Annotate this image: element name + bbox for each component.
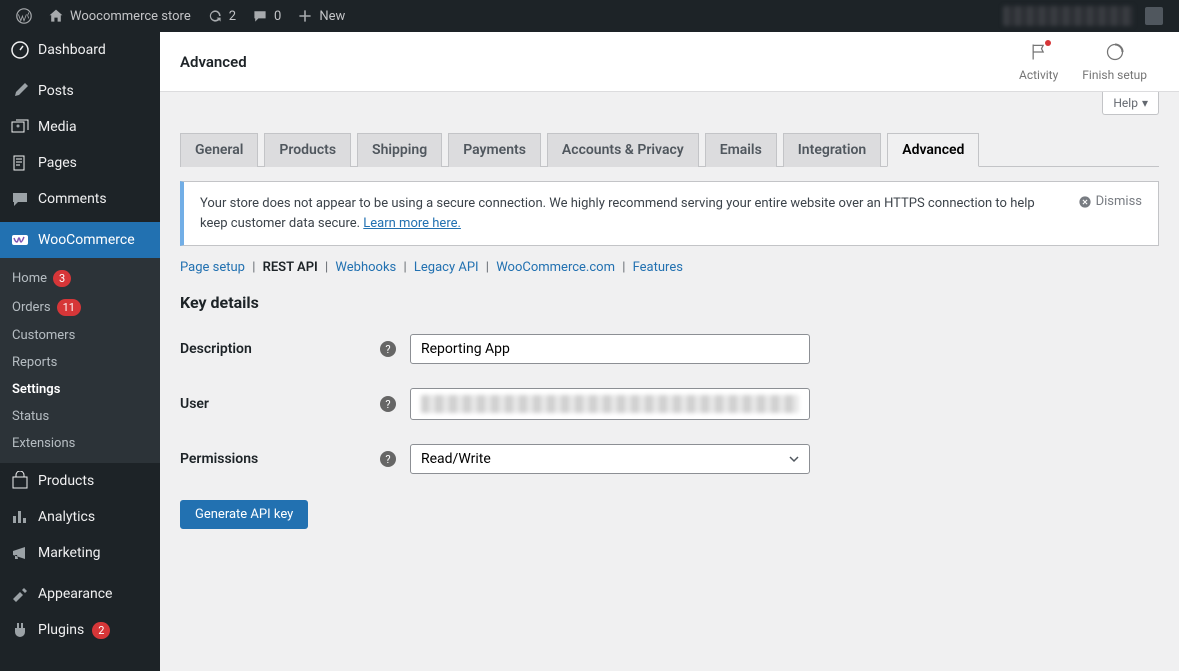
sidebar-item-label: Dashboard	[38, 42, 106, 58]
site-link[interactable]: Woocommerce store	[40, 0, 199, 32]
sidebar-item-media[interactable]: Media	[0, 109, 160, 145]
submenu-reports[interactable]: Reports	[0, 349, 160, 376]
https-notice: Your store does not appear to be using a…	[180, 181, 1159, 246]
comments-count: 0	[274, 9, 281, 24]
flag-icon	[1029, 42, 1049, 65]
submenu-customers[interactable]: Customers	[0, 322, 160, 349]
tab-general[interactable]: General	[180, 133, 258, 167]
woocommerce-submenu: Home3 Orders11 Customers Reports Setting…	[0, 258, 160, 463]
sidebar-item-dashboard[interactable]: Dashboard	[0, 32, 160, 68]
sidebar-item-marketing[interactable]: Marketing	[0, 535, 160, 571]
badge: 3	[53, 270, 71, 287]
sidebar-item-label: Plugins	[38, 622, 84, 638]
section-title: Key details	[180, 293, 1159, 312]
main-content: Advanced Activity Finish setup Help▾ Gen…	[160, 32, 1179, 671]
new-label: New	[319, 9, 345, 24]
user-select[interactable]	[410, 388, 810, 420]
learn-more-link[interactable]: Learn more here.	[363, 216, 461, 231]
submenu-orders[interactable]: Orders11	[0, 293, 160, 322]
sidebar-item-label: Pages	[38, 155, 77, 171]
user-label: User	[180, 396, 380, 412]
tab-shipping[interactable]: Shipping	[357, 133, 442, 167]
subsub-rest-api[interactable]: REST API	[263, 260, 318, 275]
sidebar-item-plugins[interactable]: Plugins 2	[0, 612, 160, 648]
page-title: Advanced	[180, 53, 247, 71]
comments-link[interactable]: 0	[244, 0, 289, 32]
subsub-features[interactable]: Features	[633, 260, 683, 275]
sub-navigation: Page setup | REST API | Webhooks | Legac…	[180, 260, 1159, 275]
finish-label: Finish setup	[1082, 68, 1147, 82]
sidebar-item-label: WooCommerce	[38, 232, 135, 248]
updates-count: 2	[229, 9, 236, 24]
sidebar-item-label: Analytics	[38, 509, 95, 525]
submenu-settings[interactable]: Settings	[0, 376, 160, 403]
help-tip-icon[interactable]: ?	[380, 451, 396, 467]
updates-link[interactable]: 2	[199, 0, 244, 32]
finish-setup-button[interactable]: Finish setup	[1070, 42, 1159, 82]
help-tab[interactable]: Help▾	[1102, 92, 1159, 115]
tab-accounts-privacy[interactable]: Accounts & Privacy	[547, 133, 699, 167]
dismiss-button[interactable]: Dismiss	[1078, 194, 1142, 209]
tab-emails[interactable]: Emails	[705, 133, 777, 167]
submenu-home[interactable]: Home3	[0, 264, 160, 293]
admin-toolbar: Woocommerce store 2 0 New	[0, 0, 1179, 32]
new-content-link[interactable]: New	[289, 0, 353, 32]
sidebar-item-label: Comments	[38, 191, 107, 207]
user-value-blurred	[421, 395, 799, 413]
badge: 2	[92, 622, 110, 639]
sidebar-item-analytics[interactable]: Analytics	[0, 499, 160, 535]
description-input[interactable]	[410, 334, 810, 364]
sidebar-item-label: Appearance	[38, 586, 112, 602]
sidebar-item-comments[interactable]: Comments	[0, 181, 160, 217]
sidebar-item-pages[interactable]: Pages	[0, 145, 160, 181]
submenu-extensions[interactable]: Extensions	[0, 430, 160, 457]
submenu-status[interactable]: Status	[0, 403, 160, 430]
help-tip-icon[interactable]: ?	[380, 341, 396, 357]
activity-button[interactable]: Activity	[1007, 42, 1070, 82]
permissions-label: Permissions	[180, 451, 380, 467]
description-label: Description	[180, 341, 380, 357]
badge: 11	[57, 299, 81, 316]
subsub-webhooks[interactable]: Webhooks	[335, 260, 396, 275]
site-name: Woocommerce store	[70, 9, 191, 24]
progress-circle-icon	[1105, 42, 1125, 65]
sidebar-item-products[interactable]: Products	[0, 463, 160, 499]
sidebar-item-posts[interactable]: Posts	[0, 73, 160, 109]
tab-products[interactable]: Products	[264, 133, 351, 167]
close-icon	[1078, 195, 1092, 209]
user-account-link[interactable]	[995, 0, 1171, 32]
chevron-down-icon: ▾	[1142, 96, 1148, 110]
subsub-legacy-api[interactable]: Legacy API	[414, 260, 479, 275]
tab-integration[interactable]: Integration	[783, 133, 881, 167]
generate-api-key-button[interactable]: Generate API key	[180, 500, 308, 529]
username-blurred	[1003, 6, 1133, 26]
admin-sidebar: Dashboard Posts Media Pages Comments Woo…	[0, 32, 160, 671]
permissions-select[interactable]: Read/Write	[410, 444, 810, 474]
tab-advanced[interactable]: Advanced	[887, 133, 979, 167]
notice-message: Your store does not appear to be using a…	[200, 194, 1062, 233]
help-tip-icon[interactable]: ?	[380, 396, 396, 412]
page-header: Advanced Activity Finish setup	[160, 32, 1179, 92]
sidebar-item-label: Marketing	[38, 545, 101, 561]
subsub-woocommerce-com[interactable]: WooCommerce.com	[496, 260, 615, 275]
sidebar-item-label: Media	[38, 119, 77, 135]
tab-payments[interactable]: Payments	[448, 133, 541, 167]
settings-tabs: General Products Shipping Payments Accou…	[180, 133, 1159, 167]
key-details-form: Description ? User ? Permissions ? Read/…	[180, 322, 1159, 486]
sidebar-item-appearance[interactable]: Appearance	[0, 576, 160, 612]
subsub-page-setup[interactable]: Page setup	[180, 260, 245, 275]
activity-label: Activity	[1019, 68, 1058, 82]
avatar	[1145, 7, 1163, 25]
sidebar-item-woocommerce[interactable]: WooCommerce	[0, 222, 160, 258]
sidebar-item-label: Products	[38, 473, 94, 489]
sidebar-item-label: Posts	[38, 83, 74, 99]
wp-logo[interactable]	[8, 0, 40, 32]
